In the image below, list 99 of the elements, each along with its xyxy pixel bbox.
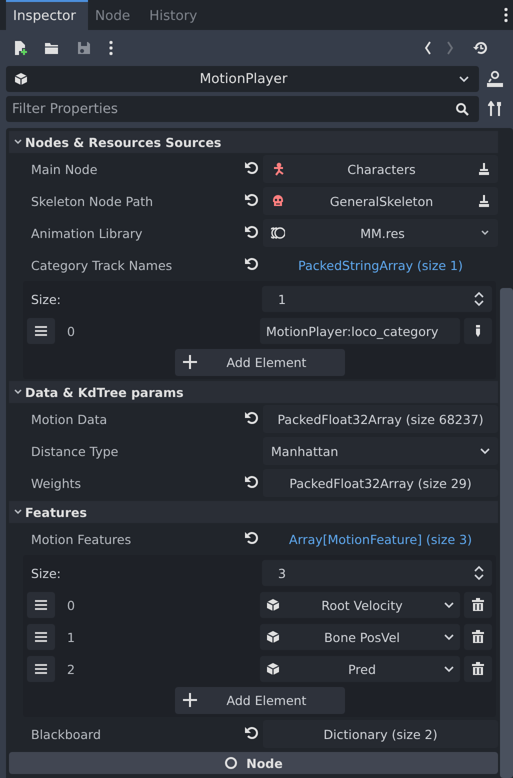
property-label: Skeleton Node Path	[31, 194, 154, 208]
caret-icon	[444, 665, 454, 673]
node-path-picker[interactable]: GeneralSkeleton	[263, 187, 498, 215]
cube-icon	[14, 72, 28, 86]
skull-icon	[271, 194, 285, 208]
resource-picker[interactable]: Bone PosVel	[260, 624, 460, 650]
docs-icon	[486, 70, 504, 88]
spinner-arrows-icon	[474, 291, 484, 307]
option-dropdown[interactable]: Manhattan	[263, 437, 498, 465]
revert-icon	[244, 192, 260, 208]
drag-handle[interactable]	[27, 624, 55, 650]
panel-tab[interactable]: Node	[88, 0, 142, 30]
revert-icon	[244, 724, 260, 740]
section-header[interactable]: Nodes & Resources Sources	[9, 131, 498, 153]
edit-button[interactable]	[464, 318, 492, 344]
trash-icon	[471, 662, 485, 676]
section-header[interactable]: Features	[9, 501, 498, 523]
caret-icon	[459, 75, 469, 83]
revert-icon	[244, 474, 260, 490]
scrollbar-thumb[interactable]	[500, 288, 513, 778]
new-file-icon	[12, 40, 28, 56]
property-label: Main Node	[31, 162, 98, 176]
section-header[interactable]: Data & KdTree params	[9, 381, 498, 403]
value-button[interactable]: Dictionary (size 2)	[263, 720, 498, 748]
search-icon	[455, 102, 469, 116]
expand-caret-icon	[13, 507, 23, 517]
history-icon	[473, 40, 489, 56]
category-header: Node	[9, 752, 498, 774]
circle-icon	[224, 756, 238, 770]
tools-icon	[488, 101, 502, 117]
panel-tab[interactable]: History	[142, 0, 210, 30]
string-field[interactable]: MotionPlayer:loco_category	[260, 318, 460, 344]
item-index: 0	[66, 598, 76, 612]
item-index: 1	[66, 630, 76, 644]
expand-caret-icon	[13, 387, 23, 397]
drag-handle[interactable]	[27, 318, 55, 344]
size-label: Size:	[30, 566, 62, 580]
size-value: 1	[278, 292, 286, 306]
clear-icon	[478, 162, 490, 176]
trash-icon	[471, 630, 485, 644]
panel-tab[interactable]: Inspector	[6, 0, 88, 30]
folder-icon	[44, 40, 60, 56]
add-element-button[interactable]: Add Element	[174, 686, 344, 714]
size-spinbox[interactable]: 1	[262, 286, 492, 312]
resource-picker[interactable]: Root Velocity	[260, 592, 460, 618]
object-selector[interactable]: MotionPlayer	[6, 66, 479, 92]
resource-picker[interactable]: Pred	[260, 656, 460, 682]
filter-field[interactable]: Filter Properties	[6, 96, 479, 122]
property-label: Distance Type	[31, 444, 120, 458]
plus-icon	[182, 355, 196, 369]
delete-button[interactable]	[464, 592, 492, 618]
add-element-button[interactable]: Add Element	[174, 348, 344, 376]
plus-icon	[182, 693, 196, 707]
clear-icon	[478, 194, 490, 208]
property-label: Weights	[31, 476, 82, 490]
array-toggle[interactable]: Array[MotionFeature] (size 3)	[263, 525, 498, 553]
cube-icon	[266, 662, 280, 676]
property-label: Animation Library	[31, 226, 144, 240]
property-label: Motion Data	[31, 412, 108, 426]
edit-icon	[474, 324, 482, 338]
property-label: Motion Features	[31, 532, 132, 546]
cube-icon	[266, 630, 280, 644]
item-index: 0	[66, 324, 76, 338]
drag-handle-icon	[34, 631, 48, 643]
property-label: Blackboard	[31, 726, 102, 742]
drag-handle[interactable]	[27, 592, 55, 618]
size-spinbox[interactable]: 3	[262, 560, 492, 586]
value-button[interactable]: PackedFloat32Array (size 68237)	[263, 405, 498, 433]
revert-icon	[244, 530, 260, 546]
revert-icon	[244, 160, 260, 176]
drag-handle-icon	[34, 325, 48, 337]
caret-icon	[480, 228, 490, 238]
drag-handle[interactable]	[27, 656, 55, 682]
array-toggle[interactable]: PackedStringArray (size 1)	[263, 251, 498, 279]
library-icon	[271, 226, 285, 240]
caret-icon	[480, 447, 490, 455]
delete-button[interactable]	[464, 656, 492, 682]
item-index: 2	[66, 662, 76, 676]
size-label: Size:	[30, 292, 62, 306]
node-figure-icon	[271, 162, 285, 176]
caret-icon	[444, 601, 454, 609]
delete-button[interactable]	[464, 624, 492, 650]
kebab-icon	[108, 40, 114, 56]
trash-icon	[471, 598, 485, 612]
revert-icon	[244, 256, 260, 272]
drag-handle-icon	[34, 599, 48, 611]
node-path-picker[interactable]: Characters	[263, 155, 498, 183]
spinner-arrows-icon	[474, 565, 484, 581]
size-value: 3	[278, 566, 286, 580]
drag-handle-icon	[34, 663, 48, 675]
expand-caret-icon	[13, 137, 23, 147]
cube-icon	[266, 598, 280, 612]
revert-icon	[244, 224, 260, 240]
value-button[interactable]: PackedFloat32Array (size 29)	[263, 469, 498, 497]
revert-icon	[244, 410, 260, 426]
property-label: Category Track Names	[31, 258, 174, 272]
kebab-icon	[503, 7, 509, 23]
caret-icon	[444, 633, 454, 641]
resource-picker[interactable]: MM.res	[263, 219, 498, 247]
